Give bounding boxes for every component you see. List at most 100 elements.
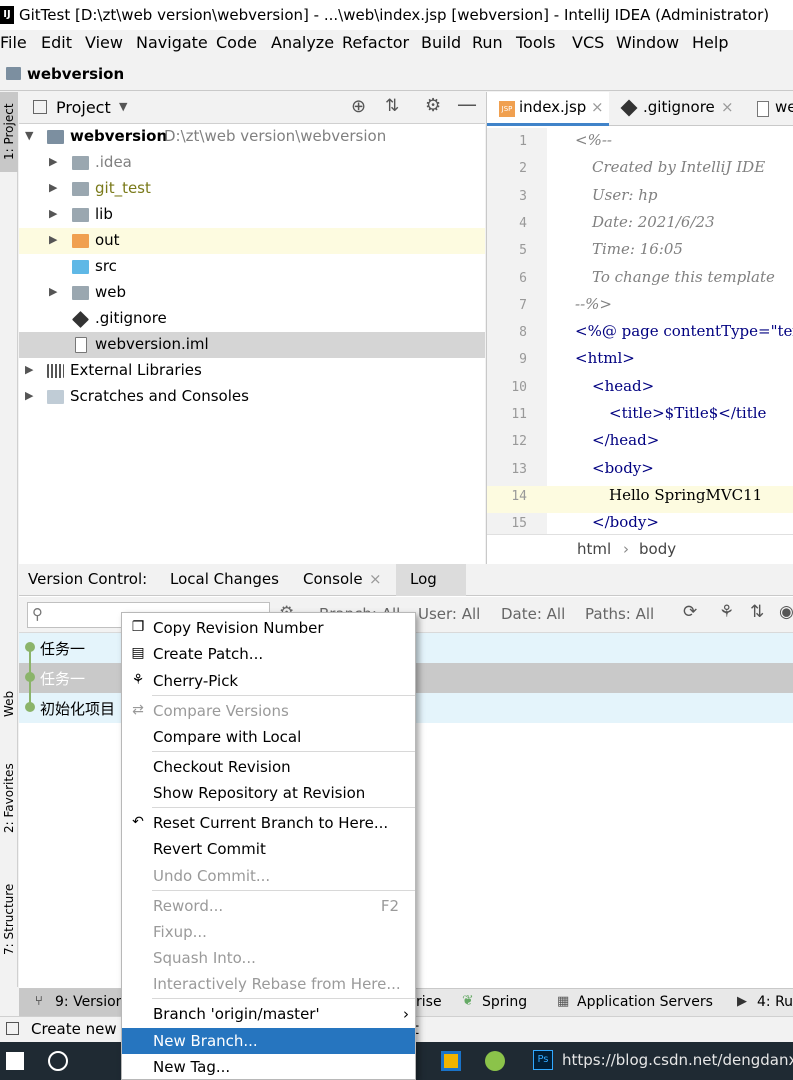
tree-root[interactable]: ▼ webversion D:\zt\web version\webversio…: [19, 124, 485, 150]
code-line[interactable]: Created by IntelliJ IDE: [592, 158, 765, 176]
menu-code[interactable]: Code: [216, 33, 257, 52]
menu-build[interactable]: Build: [421, 33, 461, 52]
menu-branch-submenu[interactable]: Branch 'origin/master' ›: [122, 1001, 415, 1027]
tree-item-web[interactable]: ▶ web: [19, 280, 485, 306]
menu-new-branch[interactable]: New Branch...: [122, 1028, 415, 1054]
code-line[interactable]: Date: 2021/6/23: [592, 213, 715, 231]
structure-tool-tab[interactable]: 7: Structure: [0, 872, 18, 967]
tab-log[interactable]: Log: [396, 564, 466, 596]
code-line[interactable]: --%>: [575, 295, 612, 313]
code-line[interactable]: <%@ page contentType="tex: [575, 322, 793, 340]
menu-squash-into[interactable]: Squash Into...: [122, 945, 415, 971]
locate-icon[interactable]: ⊕: [351, 96, 366, 117]
menu-fixup[interactable]: Fixup...: [122, 919, 415, 945]
tab-local-changes[interactable]: Local Changes: [170, 570, 279, 588]
tree-item-external-libraries[interactable]: ▶ External Libraries: [19, 358, 485, 384]
sort-icon[interactable]: ⇅: [750, 602, 764, 622]
date-filter[interactable]: Date: All: [501, 605, 565, 623]
tree-item-webversion-iml[interactable]: webversion.iml: [19, 332, 485, 358]
tree-item-scratches[interactable]: ▶ Scratches and Consoles: [19, 384, 485, 410]
menu-refactor[interactable]: Refactor: [342, 33, 409, 52]
explorer-icon[interactable]: [441, 1051, 461, 1071]
menu-copy-revision-number[interactable]: ❐ Copy Revision Number: [122, 615, 415, 641]
menu-run[interactable]: Run: [472, 33, 503, 52]
menu-compare-versions[interactable]: ⇄ Compare Versions: [122, 698, 415, 724]
menu-window[interactable]: Window: [616, 33, 679, 52]
photoshop-icon[interactable]: Ps: [533, 1050, 553, 1070]
run-tool-tab[interactable]: 4: Run: [757, 994, 793, 1010]
code-line[interactable]: To change this template: [592, 268, 775, 286]
chevron-right-icon[interactable]: ▶: [25, 389, 33, 402]
tab-webversion[interactable]: we: [745, 92, 793, 126]
chevron-right-icon[interactable]: ▶: [49, 181, 57, 194]
menu-view[interactable]: View: [85, 33, 123, 52]
cherry-pick-icon[interactable]: ⚘: [719, 602, 734, 622]
menu-undo-commit[interactable]: Undo Commit...: [122, 863, 415, 889]
menu-show-repository-at-revision[interactable]: Show Repository at Revision: [122, 780, 415, 806]
chevron-down-icon[interactable]: ▼: [25, 129, 33, 142]
menu-help[interactable]: Help: [692, 33, 728, 52]
menu-interactive-rebase[interactable]: Interactively Rebase from Here...: [122, 971, 415, 997]
web-tool-tab[interactable]: Web: [0, 674, 18, 734]
project-tool-tab[interactable]: 1: Project: [0, 92, 18, 172]
tab-gitignore[interactable]: .gitignore ×: [613, 92, 741, 126]
menu-revert-commit[interactable]: Revert Commit: [122, 836, 415, 862]
spring-tool-tab[interactable]: Spring: [482, 994, 527, 1010]
menu-vcs[interactable]: VCS: [572, 33, 604, 52]
menu-checkout-revision[interactable]: Checkout Revision: [122, 754, 415, 780]
menu-new-tag[interactable]: New Tag...: [122, 1054, 415, 1080]
gear-icon[interactable]: ⚙: [425, 95, 441, 116]
menu-create-patch[interactable]: ▤ Create Patch...: [122, 641, 415, 667]
chevron-down-icon[interactable]: ▼: [119, 100, 127, 113]
breadcrumb-body[interactable]: body: [639, 540, 676, 558]
menu-file[interactable]: File: [0, 33, 27, 52]
menu-tools[interactable]: Tools: [516, 33, 555, 52]
chevron-right-icon[interactable]: ▶: [25, 363, 33, 376]
close-icon[interactable]: ×: [721, 98, 734, 116]
menu-reword[interactable]: Reword... F2: [122, 893, 415, 919]
tool-windows-icon[interactable]: [6, 1022, 19, 1035]
close-icon[interactable]: ×: [369, 570, 382, 588]
chevron-right-icon[interactable]: ▶: [49, 233, 57, 246]
nav-project-name[interactable]: webversion: [27, 65, 124, 83]
menu-navigate[interactable]: Navigate: [136, 33, 208, 52]
app-servers-tool-tab[interactable]: Application Servers: [577, 994, 713, 1010]
windows-start-icon[interactable]: [6, 1052, 24, 1070]
collapse-all-icon[interactable]: ⇅: [385, 96, 399, 116]
menu-analyze[interactable]: Analyze: [271, 33, 334, 52]
tree-item-out[interactable]: ▶ out: [19, 228, 485, 254]
code-line[interactable]: <html>: [575, 349, 635, 367]
code-line[interactable]: <head>: [592, 377, 654, 395]
user-filter[interactable]: User: All: [418, 605, 480, 623]
paths-filter[interactable]: Paths: All: [585, 605, 654, 623]
menu-cherry-pick[interactable]: ⚘ Cherry-Pick: [122, 668, 415, 694]
chevron-right-icon[interactable]: ▶: [49, 155, 57, 168]
code-line[interactable]: <title>$Title$</title: [609, 404, 766, 422]
tree-item-git-test[interactable]: ▶ git_test: [19, 176, 485, 202]
menu-reset-current-branch[interactable]: ↶ Reset Current Branch to Here...: [122, 810, 415, 836]
chevron-right-icon[interactable]: ▶: [49, 285, 57, 298]
eye-icon[interactable]: ◉: [779, 602, 793, 622]
version-control-tool-tab[interactable]: ⑂ 9: Version: [19, 989, 125, 1017]
code-line[interactable]: <body>: [592, 459, 654, 477]
app-icon[interactable]: [485, 1051, 505, 1071]
project-view-selector[interactable]: Project: [56, 98, 111, 117]
search-icon[interactable]: [48, 1051, 68, 1071]
tree-item-gitignore[interactable]: .gitignore: [19, 306, 485, 332]
refresh-icon[interactable]: ⟳: [683, 602, 697, 622]
breadcrumb-html[interactable]: html: [577, 540, 611, 558]
code-line[interactable]: Hello SpringMVC11: [609, 486, 762, 504]
code-line[interactable]: </head>: [592, 431, 659, 449]
tab-console[interactable]: Console: [303, 570, 363, 588]
tree-item-lib[interactable]: ▶ lib: [19, 202, 485, 228]
terminal-tab-label[interactable]: rise: [416, 994, 442, 1010]
minimize-icon[interactable]: —: [457, 92, 477, 116]
tree-item-idea[interactable]: ▶ .idea: [19, 150, 485, 176]
close-icon[interactable]: ×: [591, 98, 604, 116]
code-line[interactable]: <%--: [575, 131, 612, 149]
tab-index-jsp[interactable]: JSP index.jsp ×: [487, 92, 609, 126]
chevron-right-icon[interactable]: ▶: [49, 207, 57, 220]
menu-edit[interactable]: Edit: [41, 33, 72, 52]
favorites-tool-tab[interactable]: 2: Favorites: [0, 752, 18, 844]
code-line[interactable]: User: hp: [592, 186, 657, 204]
